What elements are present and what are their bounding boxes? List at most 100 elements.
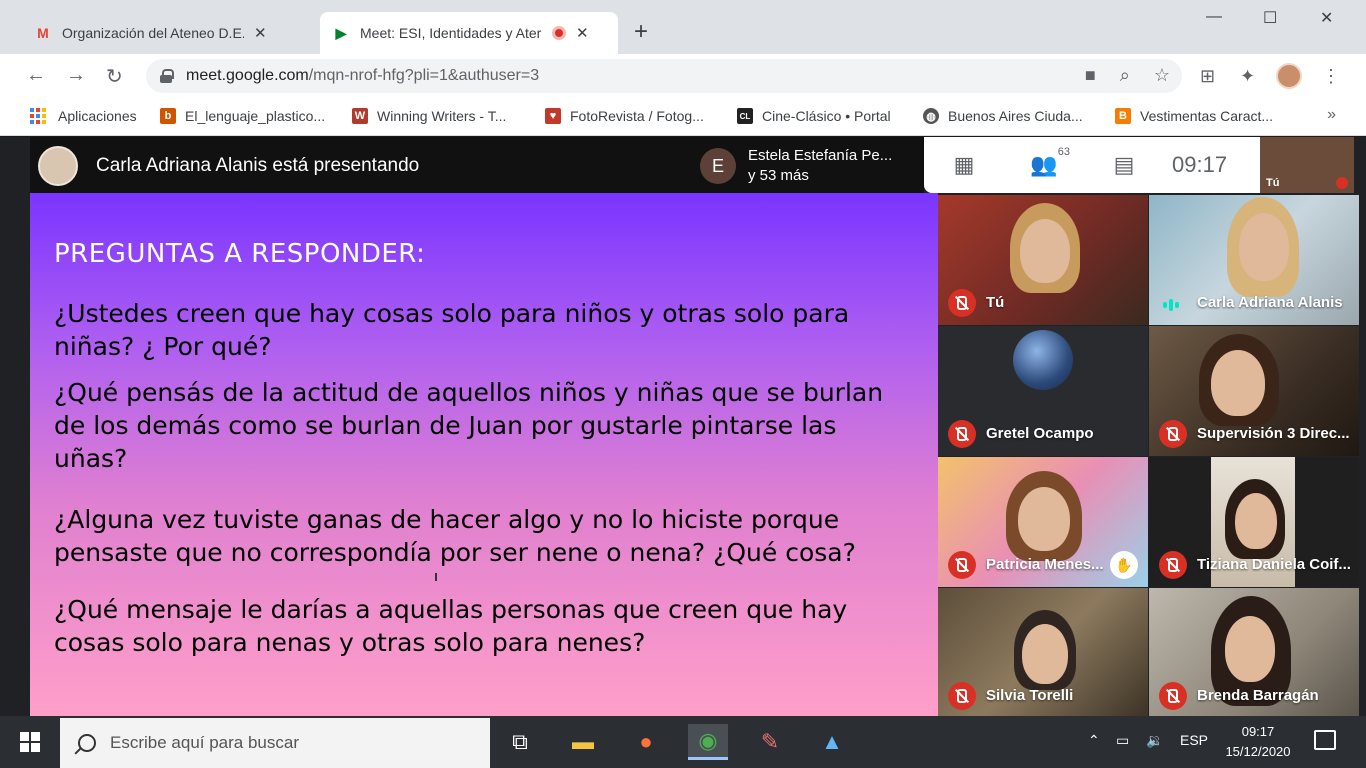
- mic-off-icon: [948, 289, 976, 317]
- forward-icon[interactable]: →: [66, 64, 86, 87]
- close-icon[interactable]: ✕: [576, 24, 589, 42]
- layout-grid-icon[interactable]: ▦: [924, 152, 1004, 178]
- bookmarks-bar: Aplicaciones b El_lenguaje_plastico... W…: [0, 98, 1366, 136]
- mouse-cursor: [435, 573, 441, 581]
- slide-heading: PREGUNTAS A RESPONDER:: [54, 239, 426, 269]
- participant-name: Silvia Torelli: [986, 687, 1074, 704]
- chrome-icon[interactable]: ◉: [688, 724, 728, 760]
- raised-hand-icon: ✋: [1110, 551, 1138, 579]
- participant-count: 63: [1057, 146, 1070, 158]
- participants-button[interactable]: 👥 63: [1004, 146, 1084, 178]
- participant-tile[interactable]: Gretel Ocampo: [938, 326, 1148, 456]
- mic-off-icon: [1336, 177, 1348, 189]
- bookmark-item[interactable]: b El_lenguaje_plastico...: [160, 108, 325, 124]
- participant-tile[interactable]: Supervisión 3 Direc...: [1149, 326, 1359, 456]
- participant-tile[interactable]: Tiziana Daniela Coif...: [1149, 457, 1359, 587]
- heart-icon: ♥: [545, 108, 561, 124]
- bookmark-item[interactable]: B Vestimentas Caract...: [1115, 108, 1273, 124]
- tab-gmail[interactable]: M Organización del Ateneo D.E. 3° ✕: [22, 12, 279, 54]
- bookmark-item[interactable]: CL Cine-Clásico • Portal: [737, 108, 891, 124]
- mic-off-icon: [1159, 682, 1187, 710]
- mini-tile-more: y 53 más: [748, 167, 809, 184]
- chevron-up-icon[interactable]: ⌃: [1088, 732, 1100, 749]
- recording-icon: [552, 26, 566, 40]
- bookmark-item[interactable]: ◍ Buenos Aires Ciuda...: [923, 108, 1083, 124]
- task-view-icon[interactable]: ⧉: [500, 724, 540, 760]
- avatar: E: [700, 148, 736, 184]
- mic-off-icon: [948, 420, 976, 448]
- mic-off-icon: [1159, 551, 1187, 579]
- search-icon: [78, 734, 96, 752]
- globe-icon: ◍: [923, 108, 939, 124]
- w-icon: W: [352, 108, 368, 124]
- minimize-icon[interactable]: —: [1206, 8, 1222, 26]
- back-icon[interactable]: ←: [26, 64, 46, 87]
- taskbar-clock[interactable]: 09:17 15/12/2020: [1220, 722, 1296, 762]
- speaking-indicator: [1163, 299, 1179, 311]
- participant-tile[interactable]: Brenda Barragán: [1149, 588, 1359, 718]
- participant-name: Tú: [986, 294, 1005, 311]
- photos-icon[interactable]: ▲: [812, 724, 852, 760]
- search-placeholder: Escribe aquí para buscar: [110, 733, 299, 752]
- slide-question: ¿Ustedes creen que hay cosas solo para n…: [54, 299, 850, 361]
- tab-title: Meet: ESI, Identidades y Ater: [360, 25, 542, 41]
- zoom-icon[interactable]: ⌕: [1120, 65, 1130, 86]
- browser-toolbar: ← → ↻ meet.google.com/mqn-nrof-hfg?pli=1…: [0, 54, 1366, 98]
- puzzle-icon[interactable]: ✦: [1240, 66, 1255, 87]
- self-preview[interactable]: Tú: [1260, 137, 1354, 193]
- taskbar-search[interactable]: Escribe aquí para buscar: [60, 718, 490, 768]
- url-text: meet.google.com/mqn-nrof-hfg?pli=1&authu…: [186, 67, 540, 84]
- more-bookmarks-icon[interactable]: »: [1327, 106, 1336, 124]
- tab-meet[interactable]: ▶ Meet: ESI, Identidades y Ater ✕: [320, 12, 618, 54]
- blogger-icon: B: [1115, 108, 1131, 124]
- clcl-icon: CL: [737, 108, 753, 124]
- bookmark-apps[interactable]: Aplicaciones: [30, 108, 137, 124]
- mini-participants-tile[interactable]: E Estela Estefanía Pe... y 53 más: [690, 137, 924, 195]
- menu-icon[interactable]: ⋮: [1322, 66, 1340, 87]
- new-tab-button[interactable]: +: [634, 18, 648, 46]
- avatar: [1013, 330, 1073, 390]
- extension-grid-icon[interactable]: ⊞: [1200, 66, 1215, 87]
- lock-icon: [160, 69, 174, 83]
- participant-tile[interactable]: Silvia Torelli: [938, 588, 1148, 718]
- screen: M Organización del Ateneo D.E. 3° ✕ ▶ Me…: [0, 0, 1366, 768]
- bookmark-item[interactable]: ♥ FotoRevista / Fotog...: [545, 108, 704, 124]
- bookmark-item[interactable]: W Winning Writers - T...: [352, 108, 506, 124]
- maximize-icon[interactable]: ☐: [1263, 8, 1277, 28]
- slide-question: ¿Alguna vez tuviste ganas de hacer algo …: [54, 505, 856, 567]
- windows-start-icon[interactable]: [20, 732, 40, 752]
- b-icon: b: [160, 108, 176, 124]
- window-close-icon[interactable]: ✕: [1320, 8, 1333, 28]
- close-icon[interactable]: ✕: [254, 24, 267, 42]
- participant-name: Gretel Ocampo: [986, 425, 1094, 442]
- people-icon: 👥: [1030, 152, 1058, 177]
- chat-icon[interactable]: ▤: [1084, 152, 1164, 178]
- presenter-avatar: [38, 146, 78, 186]
- mic-off-icon: [948, 682, 976, 710]
- participant-name: Tiziana Daniela Coif...: [1197, 556, 1351, 573]
- address-bar[interactable]: meet.google.com/mqn-nrof-hfg?pli=1&authu…: [146, 59, 1182, 93]
- slide-question: ¿Qué pensás de la actitud de aquellos ni…: [54, 378, 884, 473]
- star-icon[interactable]: ☆: [1154, 65, 1170, 86]
- mini-tile-name: Estela Estefanía Pe...: [748, 147, 893, 164]
- participant-tile[interactable]: Patricia Menes... ✋: [938, 457, 1148, 587]
- date-text: 15/12/2020: [1225, 744, 1291, 759]
- camera-icon[interactable]: ■: [1085, 65, 1096, 86]
- gmail-icon: M: [37, 25, 49, 41]
- firefox-icon[interactable]: ●: [626, 724, 666, 760]
- participants-grid: Tú Carla Adriana Alanis Gretel Ocampo Su…: [938, 195, 1366, 718]
- file-explorer-icon[interactable]: ▬: [563, 724, 603, 760]
- reload-icon[interactable]: ↻: [106, 64, 123, 89]
- meet-icon: ▶: [335, 24, 347, 41]
- notification-icon[interactable]: [1314, 730, 1336, 750]
- windows-taskbar: Escribe aquí para buscar ⧉ ▬ ● ◉ ✎ ▲ ⌃ ▭…: [0, 716, 1366, 768]
- paint-icon[interactable]: ✎: [750, 724, 790, 760]
- participant-tile[interactable]: Tú: [938, 195, 1148, 325]
- meet-stage: Carla Adriana Alanis está presentando E …: [0, 137, 1366, 718]
- participant-name: Carla Adriana Alanis: [1197, 294, 1343, 311]
- profile-avatar[interactable]: [1276, 63, 1302, 89]
- participant-tile[interactable]: Carla Adriana Alanis: [1149, 195, 1359, 325]
- volume-icon[interactable]: 🔉: [1146, 732, 1163, 749]
- language-indicator[interactable]: ESP: [1180, 732, 1208, 748]
- battery-icon[interactable]: ▭: [1116, 732, 1129, 749]
